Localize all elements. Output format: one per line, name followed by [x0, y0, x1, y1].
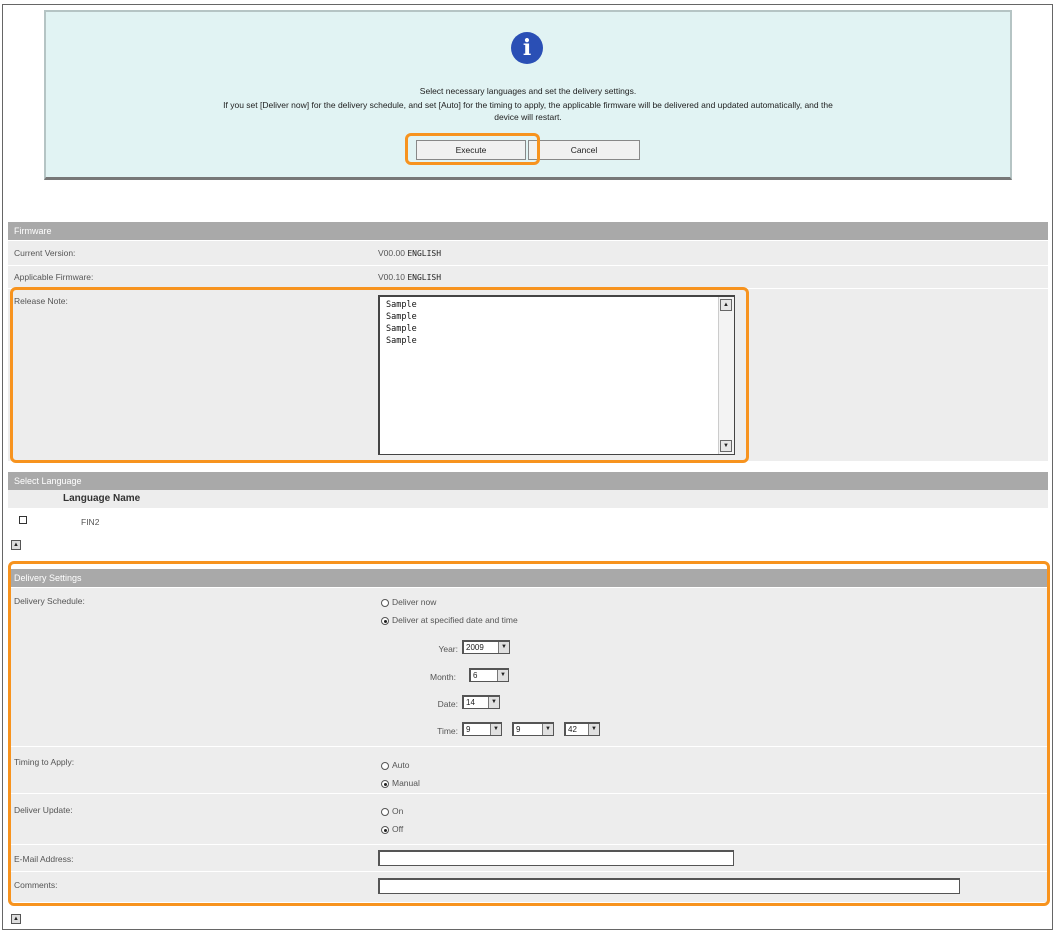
info-icon: i: [511, 32, 543, 64]
on-option[interactable]: On: [381, 806, 403, 816]
timing-row: Timing to Apply:: [8, 747, 1048, 793]
collapse-icon[interactable]: ▲: [11, 540, 21, 550]
deliver-specified-option[interactable]: Deliver at specified date and time: [381, 615, 518, 625]
off-option[interactable]: Off: [381, 824, 403, 834]
chevron-down-icon: ▼: [498, 642, 509, 653]
manual-radio[interactable]: [381, 779, 389, 788]
deliver-now-radio[interactable]: [381, 598, 389, 607]
cancel-button[interactable]: Cancel: [528, 140, 640, 160]
delivery-section-header: Delivery Settings: [8, 569, 1048, 587]
current-version-row: Current Version: V00.00 ENGLISH: [8, 241, 1048, 265]
info-panel: i Select necessary languages and set the…: [44, 10, 1012, 180]
language-table-header: Language Name: [8, 490, 1048, 508]
on-radio[interactable]: [381, 807, 389, 816]
language-section-header: Select Language: [8, 472, 1048, 490]
deliver-now-option[interactable]: Deliver now: [381, 597, 436, 607]
timing-label: Timing to Apply:: [14, 757, 75, 767]
delivery-schedule-label: Delivery Schedule:: [14, 596, 85, 606]
language-row: FIN2: [8, 509, 1048, 533]
chevron-down-icon: ▼: [490, 724, 501, 735]
execute-button[interactable]: Execute: [416, 140, 526, 160]
applicable-firmware-row: Applicable Firmware: V00.10 ENGLISH: [8, 266, 1048, 288]
applicable-firmware-label: Applicable Firmware:: [14, 272, 94, 282]
release-note-label: Release Note:: [14, 296, 68, 306]
email-input[interactable]: [378, 850, 734, 866]
chevron-down-icon: ▼: [588, 724, 599, 735]
second-select[interactable]: 42 ▼: [564, 722, 600, 736]
language-name-column-header: Language Name: [63, 493, 141, 504]
comments-label: Comments:: [14, 880, 58, 890]
current-version-label: Current Version:: [14, 248, 76, 258]
chevron-down-icon: ▼: [488, 697, 499, 708]
hour-select[interactable]: 9 ▼: [462, 722, 502, 736]
scroll-up-icon[interactable]: ▲: [720, 299, 732, 311]
chevron-down-icon: ▼: [542, 724, 553, 735]
month-label: Month:: [430, 672, 456, 682]
date-label: Date:: [437, 699, 458, 709]
month-select[interactable]: 6 ▼: [469, 668, 509, 682]
info-message-line-1: Select necessary languages and set the d…: [419, 86, 637, 96]
scroll-down-icon[interactable]: ▼: [720, 440, 732, 452]
language-name: FIN2: [81, 517, 100, 527]
language-checkbox[interactable]: [19, 516, 27, 524]
minute-select[interactable]: 9 ▼: [512, 722, 554, 736]
applicable-firmware-value: V00.10 ENGLISH: [378, 272, 442, 282]
email-label: E-Mail Address:: [14, 854, 74, 864]
time-label: Time:: [437, 726, 458, 736]
year-label: Year:: [438, 644, 458, 654]
deliver-specified-radio[interactable]: [381, 616, 389, 625]
firmware-section-header: Firmware: [8, 222, 1048, 240]
comments-input[interactable]: [378, 878, 960, 894]
info-message-line-2: If you set [Deliver now] for the deliver…: [223, 100, 833, 110]
deliver-update-label: Deliver Update:: [14, 805, 73, 815]
off-radio[interactable]: [381, 825, 389, 834]
year-select[interactable]: 2009 ▼: [462, 640, 510, 654]
manual-option[interactable]: Manual: [381, 778, 420, 788]
auto-radio[interactable]: [381, 761, 389, 770]
auto-option[interactable]: Auto: [381, 760, 410, 770]
release-note-scrollbar[interactable]: ▲ ▼: [718, 297, 734, 454]
deliver-update-row: Deliver Update:: [8, 794, 1048, 844]
chevron-down-icon: ▼: [497, 670, 508, 681]
date-select[interactable]: 14 ▼: [462, 695, 500, 709]
current-version-value: V00.00 ENGLISH: [378, 248, 442, 258]
info-message-line-3: device will restart.: [494, 112, 562, 122]
release-note-textarea[interactable]: Sample Sample Sample Sample ▲ ▼: [378, 295, 735, 455]
release-note-text: Sample Sample Sample Sample: [386, 300, 417, 346]
collapse-icon[interactable]: ▲: [11, 914, 21, 924]
